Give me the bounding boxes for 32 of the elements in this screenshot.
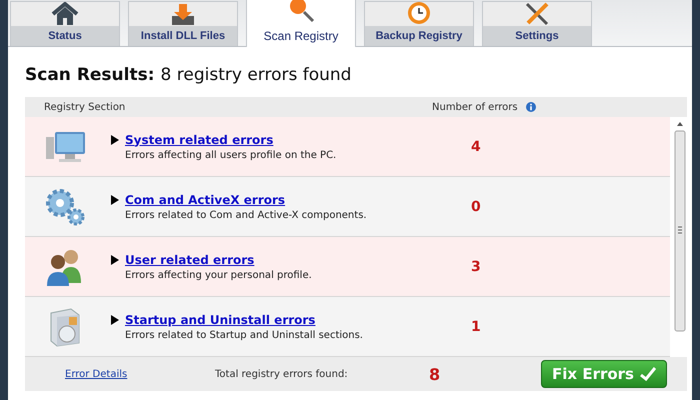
error-count: 3 [471,258,481,274]
expand-arrow-icon[interactable] [111,134,119,144]
section-link[interactable]: Com and ActiveX errors [125,192,286,206]
total-label: Total registry errors found: [215,368,349,380]
error-count: 4 [471,138,481,154]
error-count: 1 [471,318,481,334]
column-header: Registry Section [43,102,126,112]
section-link[interactable]: User related errors [125,252,254,266]
expand-arrow-icon[interactable] [111,194,119,204]
gears-icon [43,186,87,226]
section-description: Errors related to Startup and Uninstall sections. [125,330,364,340]
tab[interactable]: Settings [482,1,592,46]
results-summary: 8 registry errors found [160,65,352,85]
column-header: Number of errors [432,102,518,112]
info-icon[interactable] [526,102,536,112]
total-count: 8 [429,364,442,384]
tab[interactable]: Scan Registry [246,0,356,47]
section-link[interactable]: System related errors [125,132,274,146]
tab[interactable]: Backup Registry [364,1,474,46]
tab[interactable]: Install DLL Files [128,1,238,46]
house-icon [50,2,80,26]
error-count: 0 [471,198,481,214]
checkmark-icon [640,367,656,381]
results-label: Scan Results: [25,65,155,85]
error-details-link[interactable]: Error Details [65,368,215,380]
expand-arrow-icon[interactable] [111,254,119,264]
section-description: Errors related to Com and Active-X components. [125,210,368,220]
expand-arrow-icon[interactable] [111,314,119,324]
section-description: Errors affecting all users profile on the PC. [125,150,338,160]
section-description: Errors affecting your personal profile. [125,270,313,280]
tab[interactable]: Status [10,1,120,46]
section-link[interactable]: Startup and Uninstall errors [125,312,316,326]
